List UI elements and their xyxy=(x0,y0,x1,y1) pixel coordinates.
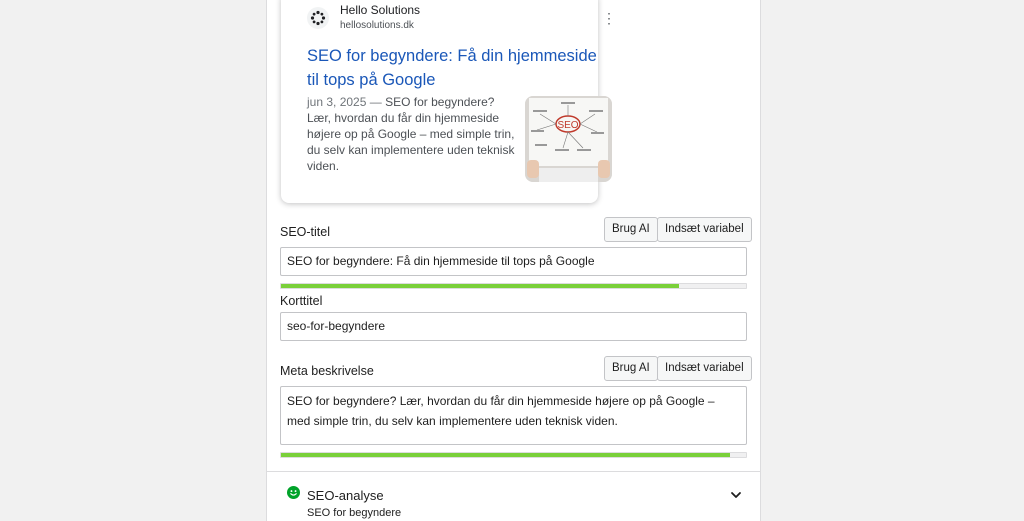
serp-separator: — xyxy=(369,95,382,109)
serp-title-link[interactable]: SEO for begyndere: Få din hjemmeside til… xyxy=(307,44,607,92)
seo-title-insert-variable-button[interactable]: Indsæt variabel xyxy=(657,217,752,242)
meta-description-length-progress xyxy=(280,452,747,458)
seo-panel: Hello Solutions hellosolutions.dk ⋮ SEO … xyxy=(266,0,761,521)
serp-date: jun 3, 2025 xyxy=(307,95,367,109)
google-preview-card: Hello Solutions hellosolutions.dk ⋮ SEO … xyxy=(281,0,616,203)
seo-title-progress-fill xyxy=(281,284,679,288)
serp-thumbnail: SEO xyxy=(525,96,612,182)
seo-title-ai-button[interactable]: Brug AI xyxy=(604,217,658,242)
seo-analysis-title[interactable]: SEO-analyse xyxy=(307,488,384,503)
section-divider xyxy=(267,471,760,472)
slug-input[interactable]: seo-for-begyndere xyxy=(280,312,747,341)
site-favicon-icon xyxy=(307,7,329,29)
chevron-down-icon[interactable] xyxy=(729,488,743,502)
meta-description-insert-variable-button[interactable]: Indsæt variabel xyxy=(657,356,752,381)
meta-description-textarea[interactable]: SEO for begyndere? Lær, hvordan du får d… xyxy=(280,386,747,445)
seo-title-label: SEO-titel xyxy=(280,225,331,239)
serp-site-url: hellosolutions.dk xyxy=(340,20,414,31)
seo-title-input[interactable]: SEO for begyndere: Få din hjemmeside til… xyxy=(280,247,747,276)
thumb-seo-text: SEO xyxy=(557,120,578,131)
meta-description-label: Meta beskrivelse xyxy=(280,364,374,378)
slug-label: Korttitel xyxy=(280,294,323,308)
meta-description-progress-fill xyxy=(281,453,730,457)
serp-snippet: jun 3, 2025 — SEO for begyndere? Lær, hv… xyxy=(307,94,517,174)
seo-analysis-keyword: SEO for begyndere xyxy=(307,507,402,519)
seo-title-length-progress xyxy=(280,283,747,289)
more-options-icon[interactable]: ⋮ xyxy=(601,10,617,26)
serp-site-name: Hello Solutions xyxy=(340,3,421,17)
smiley-status-icon xyxy=(287,486,300,499)
meta-description-ai-button[interactable]: Brug AI xyxy=(604,356,658,381)
